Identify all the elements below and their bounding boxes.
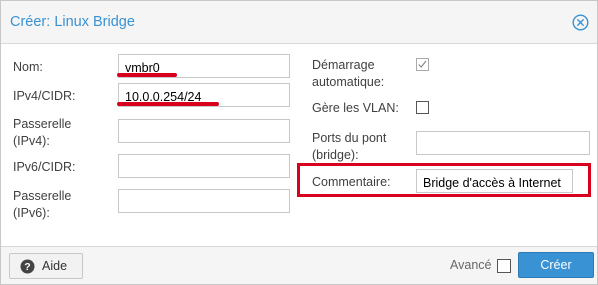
dialog-title: Créer: Linux Bridge [10,14,135,30]
gateway4-label-line1: Passerelle [13,117,72,131]
gateway6-label-line1: Passerelle [13,189,72,203]
help-button-label: Aide [42,259,68,273]
advanced-checkbox[interactable] [497,259,511,273]
name-underline [117,73,177,77]
vlan-aware-checkbox[interactable] [416,101,429,114]
ipv6-label: IPv6/CIDR: [13,160,76,174]
name-label: Nom: [13,60,43,74]
ipv4-underline [117,102,219,106]
gateway6-input[interactable] [118,189,290,213]
create-button[interactable]: Créer [518,252,594,278]
help-button[interactable]: ? Aide [9,253,83,279]
svg-text:?: ? [24,261,30,273]
gateway4-input[interactable] [118,119,290,143]
question-circle-icon: ? [20,259,35,274]
vlan-aware-label: Gère les VLAN: [312,101,399,115]
gateway4-label-line2: (IPv4): [13,134,50,148]
autostart-label-line1: Démarrage [312,58,375,72]
create-linux-bridge-dialog: Créer: Linux Bridge Nom: IPv4/CIDR: Pass… [0,0,598,285]
autostart-checkbox[interactable] [416,58,429,71]
autostart-label-line2: automatique: [312,75,385,89]
dialog-titlebar: Créer: Linux Bridge [1,1,597,44]
ipv6-input[interactable] [118,154,290,178]
close-icon[interactable] [572,14,589,31]
bridge-ports-label-line1: Ports du pont [312,131,387,145]
bridge-ports-input[interactable] [416,131,590,155]
comment-highlight-box [297,163,591,197]
ipv4-label: IPv4/CIDR: [13,89,76,103]
gateway6-label-line2: (IPv6): [13,206,50,220]
bridge-ports-label-line2: (bridge): [312,148,359,162]
check-icon [418,60,427,68]
advanced-label: Avancé [450,258,492,272]
